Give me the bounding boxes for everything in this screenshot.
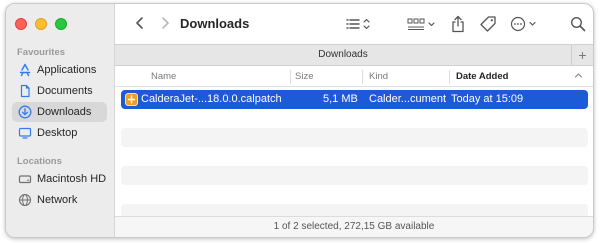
sidebar: Favourites Applications Documents Downlo…: [6, 4, 115, 237]
close-window-button[interactable]: [15, 18, 27, 30]
list-view-icon[interactable]: [345, 15, 373, 33]
forward-icon[interactable]: [157, 15, 173, 35]
sidebar-item-desktop[interactable]: Desktop: [12, 123, 107, 143]
window-title: Downloads: [180, 16, 250, 31]
file-date-added: Today at 15:09: [451, 93, 524, 105]
calpatch-file-icon: [125, 93, 138, 106]
more-icon[interactable]: [510, 15, 540, 33]
file-size: 5,1 MB: [323, 93, 358, 105]
group-icon[interactable]: [407, 15, 437, 33]
tab-bar: Downloads +: [115, 44, 593, 66]
search-icon[interactable]: [570, 15, 586, 33]
main-pane: Downloads Downloads + Name Size Kind Dat…: [115, 4, 593, 237]
sidebar-item-documents[interactable]: Documents: [12, 81, 107, 101]
file-row[interactable]: CalderaJet-...18.0.0.calpatch 5,1 MB Cal…: [121, 90, 588, 109]
minimize-window-button[interactable]: [35, 18, 47, 30]
column-date-added[interactable]: Date Added: [456, 71, 508, 82]
column-size[interactable]: Size: [295, 71, 313, 82]
file-list: CalderaJet-...18.0.0.calpatch 5,1 MB Cal…: [115, 90, 593, 223]
empty-row: [121, 147, 588, 166]
network-icon: [18, 193, 32, 207]
column-header: Name Size Kind Date Added: [115, 67, 593, 87]
tag-icon[interactable]: [479, 15, 497, 33]
sidebar-section-favourites: Favourites: [17, 47, 66, 58]
sidebar-item-label: Downloads: [37, 106, 92, 118]
sidebar-item-downloads[interactable]: Downloads: [12, 102, 107, 122]
column-divider[interactable]: [362, 70, 363, 84]
document-icon: [18, 84, 32, 98]
sidebar-item-label: Network: [37, 194, 78, 206]
back-icon[interactable]: [132, 15, 148, 35]
status-bar: 1 of 2 selected, 272,15 GB available: [115, 216, 593, 237]
column-name[interactable]: Name: [151, 71, 176, 82]
share-icon[interactable]: [451, 15, 465, 33]
zoom-window-button[interactable]: [55, 18, 67, 30]
file-kind: Calder...cument: [369, 93, 447, 105]
empty-row: [121, 185, 588, 204]
desktop-icon: [18, 126, 32, 140]
finder-window: Favourites Applications Documents Downlo…: [5, 3, 594, 238]
new-tab-button[interactable]: +: [571, 45, 593, 66]
file-name: CalderaJet-...18.0.0.calpatch: [141, 93, 282, 105]
empty-row: [121, 128, 588, 147]
sidebar-item-applications[interactable]: Applications: [12, 60, 107, 80]
sidebar-item-network[interactable]: Network: [12, 190, 107, 210]
column-divider[interactable]: [290, 70, 291, 84]
sidebar-item-label: Applications: [37, 64, 97, 76]
downloads-icon: [18, 105, 32, 119]
window-controls: [15, 18, 67, 30]
empty-row: [121, 166, 588, 185]
sort-ascending-icon[interactable]: [574, 71, 583, 82]
hard-drive-icon: [18, 172, 32, 186]
sidebar-section-locations: Locations: [17, 156, 62, 167]
column-kind[interactable]: Kind: [369, 71, 388, 82]
sidebar-item-label: Desktop: [37, 127, 78, 139]
empty-row: [121, 109, 588, 128]
column-divider[interactable]: [449, 70, 450, 84]
applications-icon: [18, 63, 32, 77]
tab-downloads[interactable]: Downloads: [115, 49, 571, 60]
sidebar-item-label: Documents: [37, 85, 93, 97]
toolbar: Downloads: [115, 4, 593, 44]
sidebar-item-label: Macintosh HD: [37, 173, 107, 185]
sidebar-item-macintosh-hd[interactable]: Macintosh HD: [12, 169, 107, 189]
